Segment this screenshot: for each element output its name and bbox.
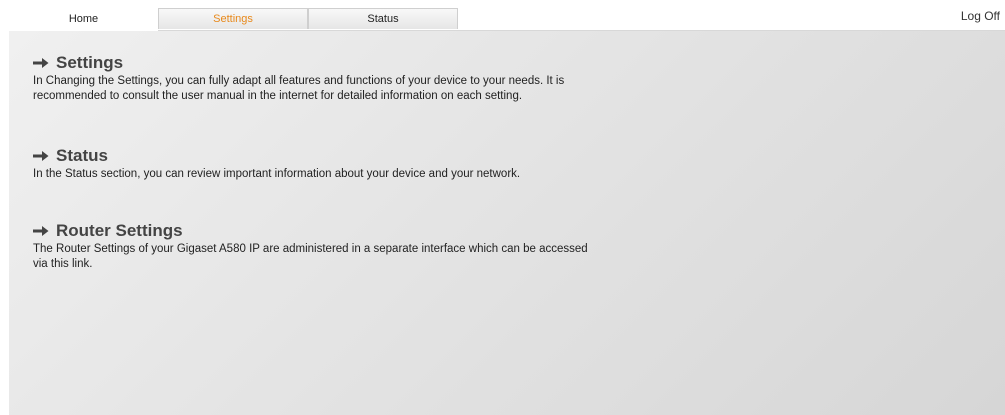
status-heading-text: Status (56, 146, 108, 165)
main-content: Settings In Changing the Settings, you c… (9, 30, 1005, 415)
log-off-link[interactable]: Log Off (961, 9, 1000, 23)
status-section-heading[interactable]: Status (33, 146, 603, 166)
router-settings-description: The Router Settings of your Gigaset A580… (33, 243, 588, 270)
tab-status[interactable]: Status (308, 8, 458, 29)
status-description: In the Status section, you can review im… (33, 168, 521, 180)
router-settings-section-heading[interactable]: Router Settings (33, 221, 603, 241)
tab-bar: Home Settings Status (9, 8, 458, 31)
page: Home Settings Status Log Off Settings In… (0, 0, 1005, 415)
status-section: Status In the Status section, you can re… (33, 146, 603, 182)
right-arrow-icon (33, 225, 49, 237)
tab-home[interactable]: Home (9, 8, 158, 31)
settings-heading-text: Settings (56, 53, 124, 72)
router-settings-section: Router Settings The Router Settings of y… (33, 221, 603, 272)
settings-section-heading[interactable]: Settings (33, 53, 603, 73)
settings-description: In Changing the Settings, you can fully … (33, 75, 565, 102)
right-arrow-icon (33, 150, 49, 162)
settings-section: Settings In Changing the Settings, you c… (33, 53, 603, 104)
right-arrow-icon (33, 57, 49, 69)
router-settings-heading-text: Router Settings (56, 221, 183, 240)
tab-settings[interactable]: Settings (158, 8, 308, 29)
